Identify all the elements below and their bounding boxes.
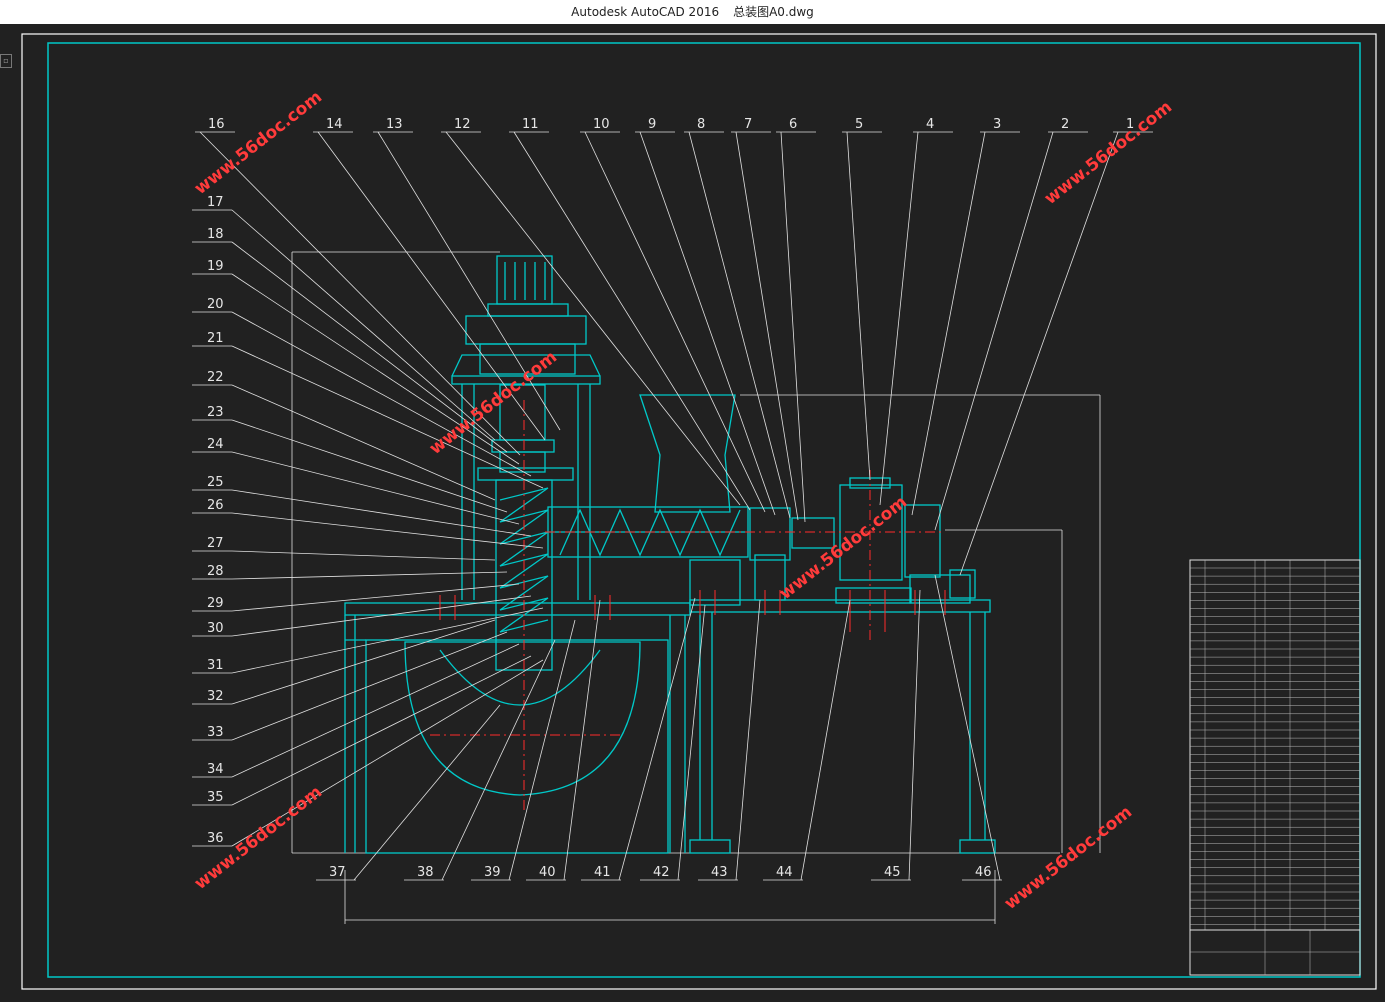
callout-bottom-46: 46 (975, 865, 992, 880)
callout-bottom-44: 44 (776, 865, 793, 880)
leader-lines (192, 131, 1153, 881)
callout-top-2: 2 (1061, 117, 1069, 132)
dimension-lines (291, 251, 1101, 924)
callout-left-35: 35 (207, 790, 224, 805)
callout-left-26: 26 (207, 498, 224, 513)
callout-left-36: 36 (207, 831, 224, 846)
drawing-canvas[interactable]: ▫ 16 14 13 12 11 10 9 8 7 6 5 4 3 2 1 17… (0, 24, 1385, 1002)
watermark-text: www.56doc.com (426, 347, 561, 459)
app-name: Autodesk AutoCAD 2016 (571, 5, 720, 19)
watermarks: www.56doc.com www.56doc.comwww.56doc.comw… (191, 87, 1176, 914)
callout-top-12: 12 (454, 117, 471, 132)
callout-top-16: 16 (208, 117, 225, 132)
machine-assembly (344, 255, 996, 854)
callout-left-30: 30 (207, 621, 224, 636)
callout-top-6: 6 (789, 117, 797, 132)
callout-bottom-39: 39 (484, 865, 501, 880)
callout-bottom-43: 43 (711, 865, 728, 880)
callout-top-4: 4 (926, 117, 934, 132)
callout-top-5: 5 (855, 117, 863, 132)
callout-bottom-45: 45 (884, 865, 901, 880)
callout-left-32: 32 (207, 689, 224, 704)
window-titlebar: Autodesk AutoCAD 2016 总装图A0.dwg (0, 0, 1385, 24)
callout-bottom-38: 38 (417, 865, 434, 880)
callout-left-19: 19 (207, 259, 224, 274)
callout-left-28: 28 (207, 564, 224, 579)
callout-left-27: 27 (207, 536, 224, 551)
callout-left-20: 20 (207, 297, 224, 312)
callout-bottom-41: 41 (594, 865, 611, 880)
callout-left-25: 25 (207, 475, 224, 490)
callout-left-17: 17 (207, 195, 224, 210)
cad-drawing[interactable]: 16 14 13 12 11 10 9 8 7 6 5 4 3 2 11718192021222324252… (0, 24, 1385, 1002)
callout-left-22: 22 (207, 370, 224, 385)
callout-left-24: 24 (207, 437, 224, 452)
callout-bottom-40: 40 (539, 865, 556, 880)
callout-top-8: 8 (697, 117, 705, 132)
watermark-text: www.56doc.com (1001, 802, 1136, 914)
watermark-text: www.56doc.com (1041, 97, 1176, 209)
bolt-marks (439, 590, 946, 632)
callout-left-29: 29 (207, 596, 224, 611)
callout-top-9: 9 (648, 117, 656, 132)
callout-bottom-37: 37 (329, 865, 346, 880)
callout-top-3: 3 (993, 117, 1001, 132)
callout-bottom-42: 42 (653, 865, 670, 880)
callout-left-34: 34 (207, 762, 224, 777)
title-block (1189, 559, 1361, 976)
callout-top-7: 7 (744, 117, 752, 132)
callout-top-13: 13 (386, 117, 403, 132)
callout-left-23: 23 (207, 405, 224, 420)
callout-left-33: 33 (207, 725, 224, 740)
callout-left-31: 31 (207, 658, 224, 673)
callout-top-10: 10 (593, 117, 610, 132)
file-name: 总装图A0.dwg (733, 5, 814, 19)
callout-left-18: 18 (207, 227, 224, 242)
callout-top-11: 11 (522, 117, 539, 132)
callout-top-14: 14 (326, 117, 343, 132)
callout-left-21: 21 (207, 331, 224, 346)
